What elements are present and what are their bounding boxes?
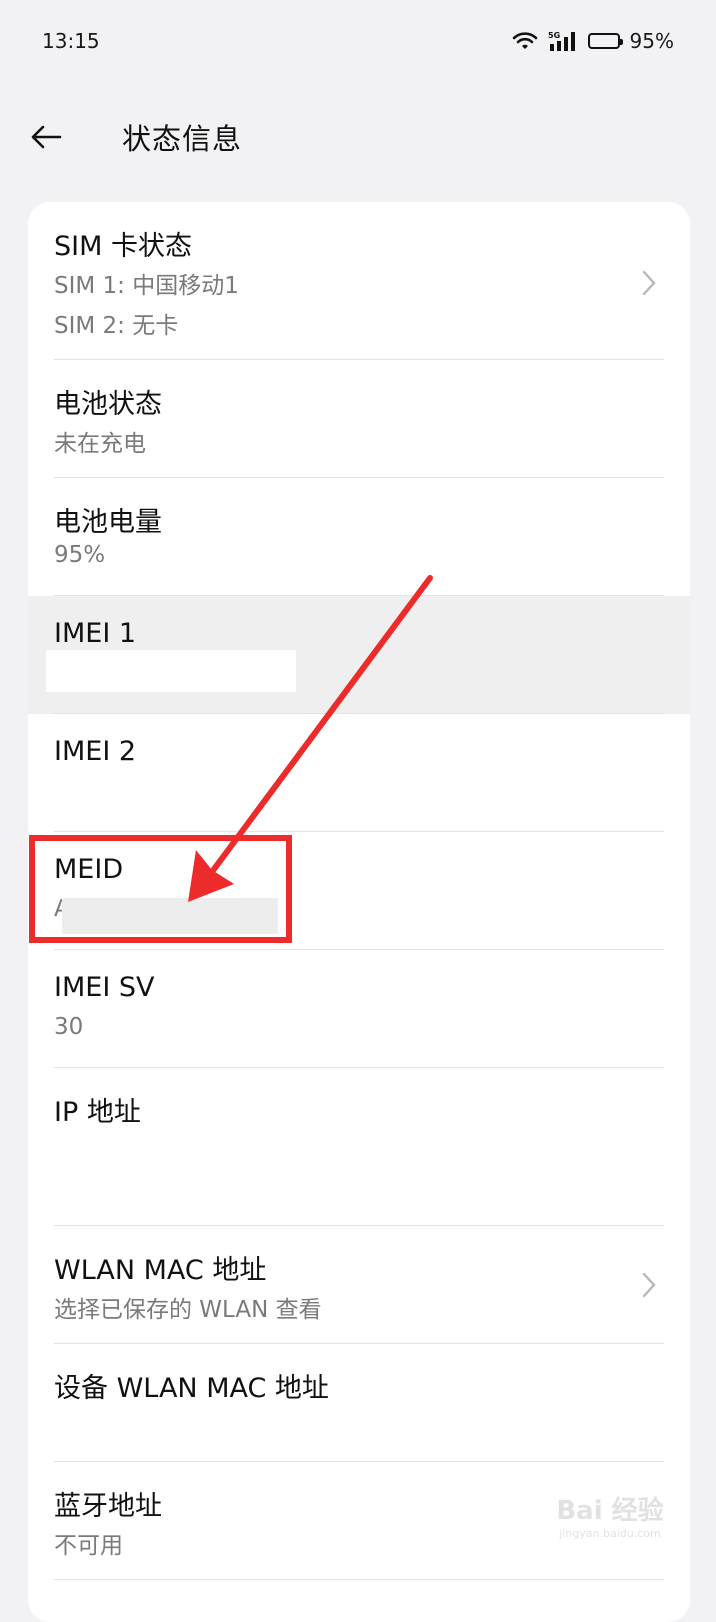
row-battery-status: 电池状态 未在充电 [28,360,690,478]
arrow-left-icon [31,125,62,149]
row-imei-sv: IMEI SV 30 [28,950,690,1068]
signal-5g-icon: 5G [548,30,578,52]
row-title: IMEI 1 [54,618,137,649]
divider [54,1579,664,1580]
row-title: 蓝牙地址 [54,1491,162,1522]
row-sub: 未在充电 [54,431,146,457]
row-wlan-mac[interactable]: WLAN MAC 地址 选择已保存的 WLAN 查看 [28,1226,690,1344]
row-title: WLAN MAC 地址 [54,1255,267,1286]
row-title: SIM 卡状态 [54,231,192,262]
back-button[interactable] [30,107,90,167]
row-title: IP 地址 [54,1097,141,1128]
battery-icon [587,33,623,49]
row-title: 电池电量 [54,507,162,538]
watermark-url: jingyan.baidu.com [559,1527,661,1540]
wifi-icon [512,31,538,51]
row-sub: 30 [54,1014,84,1040]
row-title: 电池状态 [54,389,162,420]
row-title: IMEI 2 [54,736,137,767]
row-ip-address: IP 地址 [28,1068,690,1226]
battery-percent: 95% [629,29,674,53]
page-title: 状态信息 [122,122,243,156]
redaction-mask [46,650,296,692]
row-sub: 不可用 [54,1533,123,1559]
row-imei1[interactable]: IMEI 1 [28,596,690,714]
status-bar: 13:15 5G 95% [0,0,716,82]
row-sub2: SIM 2: 无卡 [54,313,179,339]
chevron-right-icon [642,270,656,296]
watermark-logo: Bai 经验 [556,1496,664,1526]
row-sim-status[interactable]: SIM 卡状态 SIM 1: 中国移动1 SIM 2: 无卡 [28,202,690,360]
row-imei2: IMEI 2 [28,714,690,832]
network-label: 5G [548,31,560,40]
watermark: Bai 经验 jingyan.baidu.com [540,1490,680,1570]
row-device-wlan-mac: 设备 WLAN MAC 地址 [28,1344,690,1462]
row-sub: 选择已保存的 WLAN 查看 [54,1297,322,1323]
row-sub: 95% [54,542,106,568]
chevron-right-icon [642,1272,656,1298]
status-time: 13:15 [42,29,100,53]
row-title: 设备 WLAN MAC 地址 [54,1373,329,1404]
header: 状态信息 [0,92,716,182]
row-battery-level: 电池电量 95% [28,478,690,596]
row-title: IMEI SV [54,972,155,1003]
annotation-highlight-box [29,835,292,943]
row-sub: SIM 1: 中国移动1 [54,273,239,299]
status-icons: 5G 95% [512,29,674,53]
